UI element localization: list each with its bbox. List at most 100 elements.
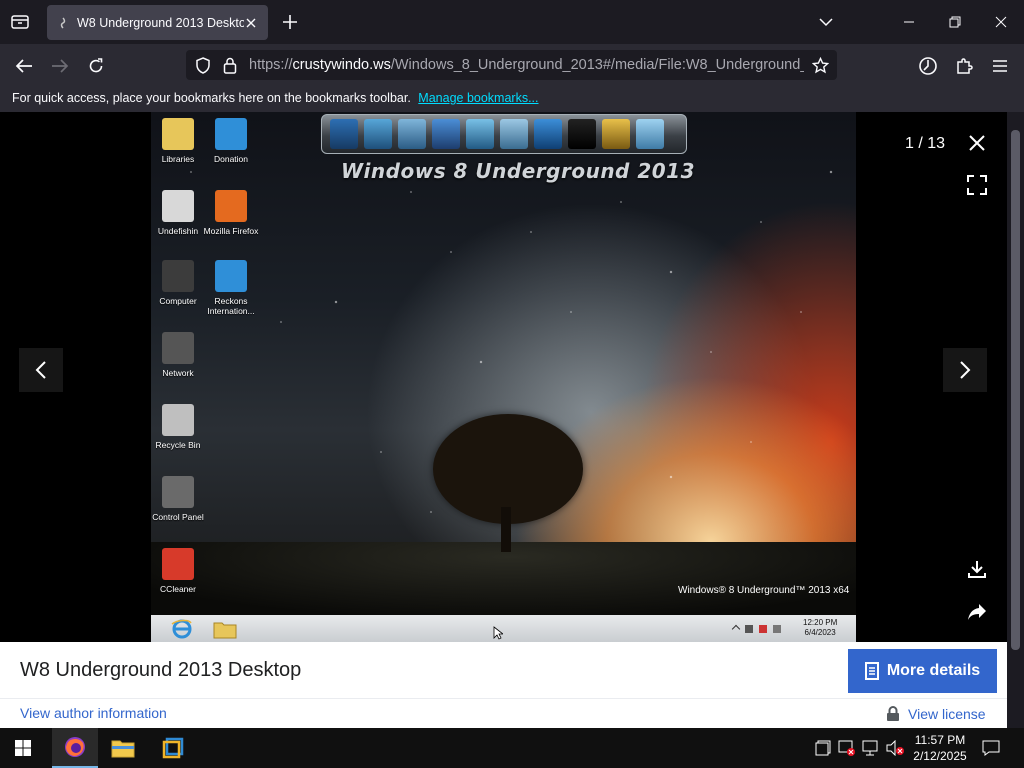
dock-documents-icon [466, 119, 494, 149]
firefox-icon [215, 190, 247, 222]
inner-clock-date: 6/4/2023 [804, 628, 836, 637]
inner-clock-time: 12:20 PM [803, 618, 838, 627]
tab-close-button[interactable] [244, 16, 258, 30]
scrollbar-thumb[interactable] [1011, 130, 1020, 650]
next-image-button[interactable] [943, 348, 987, 392]
info-divider [0, 698, 1007, 699]
previous-image-button[interactable] [19, 348, 63, 392]
tree-trunk [501, 507, 511, 552]
notification-icon [982, 740, 1000, 756]
ie-icon [215, 260, 247, 292]
fullscreen-button[interactable] [961, 169, 993, 201]
license-label: View license [908, 706, 986, 722]
action-center-button[interactable] [981, 738, 1001, 758]
back-arrow-icon [15, 59, 32, 73]
manage-bookmarks-link[interactable]: Manage bookmarks... [418, 91, 538, 105]
desktop-icon-label: Control Panel [152, 512, 204, 522]
inner-clock: 12:20 PM 6/4/2023 [803, 618, 837, 638]
active-tab[interactable]: W8 Underground 2013 Desktop [47, 5, 268, 40]
page-scrollbar[interactable] [1007, 112, 1024, 728]
share-button[interactable] [961, 596, 993, 628]
chevron-right-icon [960, 361, 971, 379]
tray-task-view[interactable] [813, 738, 833, 758]
inner-tray-icons [731, 624, 791, 634]
restore-button[interactable] [945, 12, 965, 32]
desktop-icon-label: Mozilla Firefox [203, 226, 259, 236]
list-all-tabs-button[interactable] [816, 12, 836, 32]
media-title: W8 Underground 2013 Desktop [20, 659, 302, 681]
media-viewer: Windows 8 Underground 2013 Libraries Dona… [0, 112, 1007, 642]
firefox-view-button[interactable] [916, 54, 940, 78]
license-link[interactable]: View license [886, 706, 986, 722]
windows-icon [815, 740, 831, 756]
windows-logo-icon [15, 740, 31, 756]
bookmarks-message: For quick access, place your bookmarks h… [12, 91, 411, 105]
reload-icon [89, 58, 103, 73]
desktop-icon-label: Libraries [161, 154, 195, 164]
system-clock[interactable]: 11:57 PM 2/12/2025 [908, 732, 972, 764]
minimize-button[interactable] [899, 12, 919, 32]
reload-button[interactable] [84, 54, 108, 78]
desktop-icon: Mozilla Firefox [201, 190, 261, 236]
flag-icon [745, 625, 753, 633]
desktop-icon: Computer [151, 260, 208, 306]
os-watermark: Windows® 8 Underground™ 2013 x64 [678, 585, 850, 596]
media-info-bar: W8 Underground 2013 Desktop More details… [0, 642, 1007, 728]
bookmarks-toolbar: For quick access, place your bookmarks h… [0, 86, 1024, 112]
dock-media-icon [432, 119, 460, 149]
desktop-icon-label: Donation [213, 154, 249, 164]
desktop-icon-label: Computer [159, 296, 197, 306]
ie-icon [171, 619, 192, 639]
close-viewer-button[interactable] [961, 127, 993, 159]
taskbar-virtualbox[interactable] [150, 728, 196, 768]
network-icon [162, 332, 194, 364]
image-counter: 1 / 13 [899, 130, 951, 158]
document-icon [864, 662, 879, 680]
firefox-icon [65, 737, 85, 757]
tray-network[interactable] [861, 738, 881, 758]
desktop-icon-label: CCleaner [160, 584, 196, 594]
clock-date: 2/12/2025 [913, 749, 967, 763]
desktop-icon-label: Network [162, 368, 194, 378]
author-info-link[interactable]: View author information [20, 705, 167, 721]
download-button[interactable] [961, 553, 993, 585]
more-details-button[interactable]: More details [848, 649, 997, 693]
close-window-button[interactable] [991, 12, 1011, 32]
security-alert-icon [838, 740, 855, 756]
navigation-toolbar: https://crustywindo.ws/Windows_8_Undergr… [0, 44, 1024, 86]
more-details-label: More details [886, 662, 981, 679]
dock-folder-icon [500, 119, 528, 149]
star-icon[interactable] [812, 57, 829, 74]
chevron-left-icon [35, 361, 46, 379]
lock-icon [887, 706, 899, 721]
url-text[interactable]: https://crustywindo.ws/Windows_8_Undergr… [249, 57, 804, 73]
tray-security[interactable] [837, 738, 857, 758]
tray-chevron-icon [731, 624, 741, 634]
desktop-icon: Undefishin [151, 190, 208, 236]
extensions-button[interactable] [952, 54, 976, 78]
url-prefix: https:// [249, 57, 293, 73]
ccleaner-icon [162, 548, 194, 580]
desktop-icon-label: Reckons Internation... [207, 296, 255, 316]
desktop-icon-label: Recycle Bin [155, 440, 201, 450]
restore-icon [949, 16, 961, 28]
tray-volume[interactable] [885, 738, 905, 758]
dock-title: Windows 8 Underground 2013 [341, 159, 695, 183]
tab-list-button[interactable] [8, 10, 32, 34]
start-button[interactable] [0, 728, 46, 768]
url-bar[interactable]: https://crustywindo.ws/Windows_8_Undergr… [186, 50, 837, 80]
desktop-icon: Recycle Bin [151, 404, 208, 450]
taskbar-file-explorer[interactable] [100, 728, 146, 768]
dock-computer-icon [364, 119, 392, 149]
forward-button[interactable] [48, 54, 72, 78]
shield-icon [196, 57, 210, 74]
back-button[interactable] [12, 54, 36, 78]
app-menu-button[interactable] [988, 54, 1012, 78]
lock-icon [223, 57, 237, 74]
desktop-icon: Libraries [151, 118, 208, 164]
volume-muted-icon [886, 740, 904, 756]
new-tab-button[interactable] [280, 12, 300, 32]
taskbar-firefox[interactable] [52, 728, 98, 768]
network-icon [862, 740, 878, 756]
close-icon [969, 135, 985, 151]
